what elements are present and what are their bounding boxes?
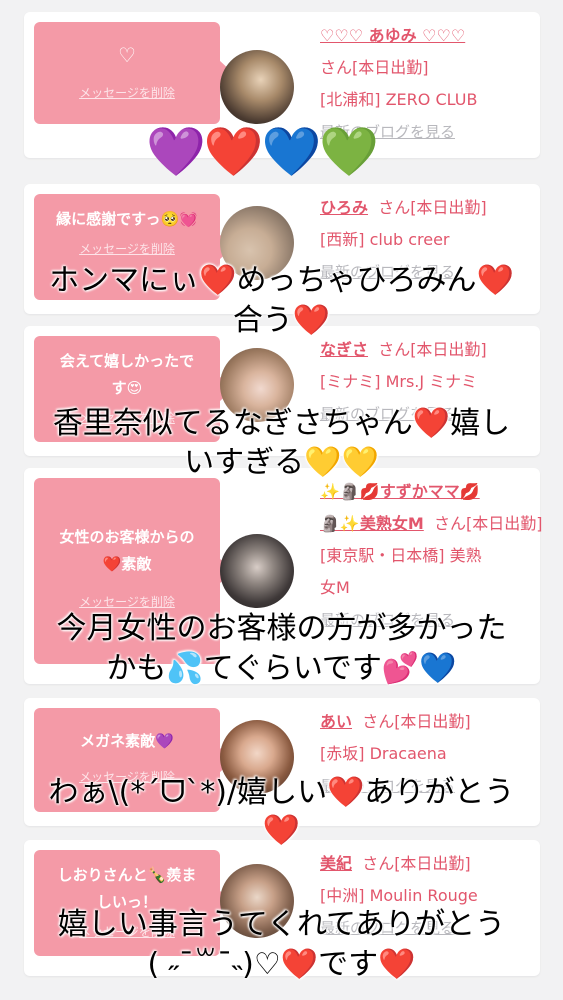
red-heart-icon: ❤️ [203, 124, 264, 180]
cast-name-link[interactable]: ひろみ [320, 198, 368, 217]
cast-status: さん[本日出勤] [378, 340, 487, 359]
shop-info[interactable]: [東京駅・日本橋] 美熟 [320, 540, 534, 572]
cast-name-link[interactable]: あい [320, 712, 352, 731]
message-text: 縁に感謝ですっ🥺💓 [56, 210, 198, 228]
caption-line: 香里奈似てるなぎさちゃん❤️嬉し [52, 406, 511, 441]
shop-info[interactable]: [ミナミ] Mrs.J ミナミ [320, 366, 534, 398]
cast-status: さん[本日出勤] [433, 514, 543, 533]
caption-line: 嬉しい事言うてくれてありがとう [57, 907, 506, 942]
caption-line: かも💦てぐらいです💕💙 [106, 651, 457, 686]
cast-name-link[interactable]: 美紀 [320, 854, 352, 873]
cast-name-link[interactable]: ✨🗿💋すずかママ💋 [320, 482, 480, 501]
caption-line: ホンマにぃ❤️めっちゃひろみん❤️ [49, 263, 514, 298]
message-bubble: ♡ メッセージを削除 [34, 22, 233, 124]
green-heart-icon: 💚 [319, 124, 379, 180]
caption-line: 合う❤️ [232, 303, 331, 338]
avatar[interactable] [220, 534, 294, 608]
purple-heart-icon: 💜 [146, 124, 206, 180]
shop-info[interactable]: [赤坂] Dracaena [320, 738, 534, 770]
shop-info-continued[interactable]: 女M [320, 572, 534, 604]
cast-status: さん[本日出勤] [362, 854, 471, 873]
cast-status: さん[本日出勤] [378, 198, 487, 217]
shop-info[interactable]: [北浦和] ZERO CLUB [320, 84, 534, 116]
delete-message-link[interactable]: メッセージを削除 [42, 239, 212, 259]
caption-line: ❤️ [262, 813, 301, 848]
blue-heart-icon: 💙 [261, 124, 322, 180]
shop-info[interactable]: [西新] club creer [320, 224, 534, 256]
cast-name-link-continued[interactable]: 🗿✨美熟女M [320, 514, 424, 533]
message-text: 会えて嬉しかったです😍 [59, 352, 195, 397]
cast-status: さん[本日出勤] [362, 712, 471, 731]
message-text: メガネ素敵💜 [80, 732, 174, 750]
caption-line: 今月女性のお客様の方が多かった [56, 611, 507, 646]
message-text: 女性のお客様からの❤️素敵 [59, 528, 195, 573]
cast-name-link[interactable]: ♡♡♡ あゆみ ♡♡♡ [320, 26, 465, 45]
cast-status: さん[本日出勤] [320, 58, 429, 77]
cast-name-link[interactable]: なぎさ [320, 340, 368, 359]
caption-line: いすぎる💛💛 [184, 445, 379, 480]
avatar[interactable] [220, 50, 294, 124]
caption-line: わぁ\(*´ᗜ`*)/嬉しい❤️ありがとう [48, 775, 515, 810]
caption-line: ( ˶¯꒳¯˵)♡❤️です❤️ [147, 947, 416, 982]
delete-message-link[interactable]: メッセージを削除 [42, 592, 212, 612]
delete-message-link[interactable]: メッセージを削除 [42, 83, 212, 103]
heart-stickers: 💜❤️💙💚 [146, 124, 379, 180]
message-text: ♡ [118, 43, 136, 67]
